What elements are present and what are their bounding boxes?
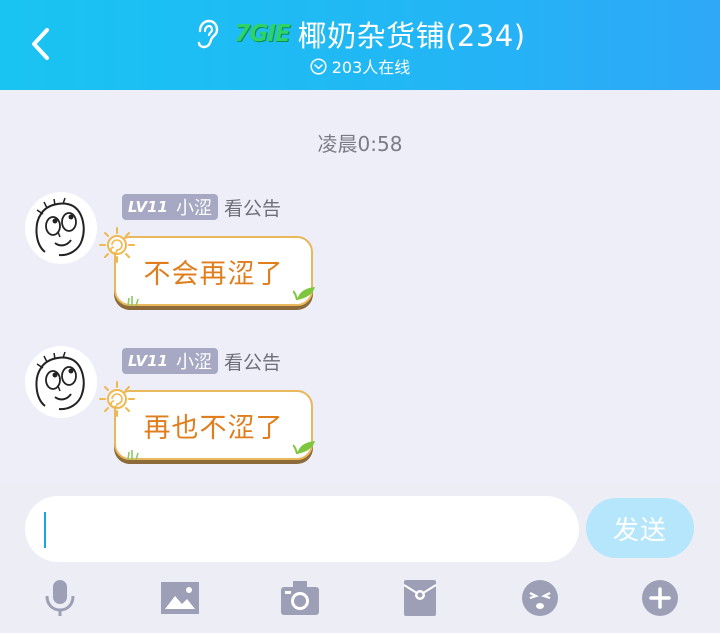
message-text: 再也不涩了 [143, 412, 284, 444]
message-text: 不会再涩了 [143, 258, 284, 290]
sun-decoration-icon [99, 381, 135, 417]
member-title: 看公告 [223, 197, 281, 220]
nickname: 小涩 [175, 198, 212, 219]
microphone-icon [45, 580, 75, 616]
grass-decoration-icon [127, 296, 139, 306]
chat-message: LV11 小涩 看公告 不会再涩了 [0, 190, 720, 320]
member-level-badge: LV11 小涩 [122, 194, 218, 220]
emoji-button[interactable] [520, 578, 560, 618]
red-packet-icon [403, 580, 437, 616]
ear-icon[interactable] [194, 19, 220, 49]
online-count[interactable]: 203人在线 [0, 54, 720, 78]
group-title: 椰奶杂货铺(234) [297, 19, 526, 53]
camera-icon [281, 581, 319, 615]
plus-icon [642, 580, 678, 616]
level-text: LV11 [128, 352, 168, 370]
message-bubble[interactable]: 不会再涩了 [114, 236, 313, 306]
member-title: 看公告 [223, 351, 281, 374]
emoji-icon [522, 580, 558, 616]
online-text: 203人在线 [331, 58, 411, 77]
message-meta: LV11 小涩 看公告 [122, 194, 281, 220]
rage-face-avatar-icon [35, 197, 85, 257]
chat-message: LV11 小涩 看公告 再也不涩了 [0, 344, 720, 474]
message-meta: LV11 小涩 看公告 [122, 348, 281, 374]
sun-decoration-icon [99, 227, 135, 263]
group-level-badge: 7GIE [234, 21, 290, 47]
chevron-down-circle-icon [310, 57, 327, 75]
more-button[interactable] [640, 578, 680, 618]
composer: 发送 [0, 482, 720, 633]
avatar[interactable] [25, 192, 97, 264]
image-icon [161, 582, 199, 614]
voice-button[interactable] [40, 578, 80, 618]
rage-face-avatar-icon [35, 351, 85, 411]
message-bubble[interactable]: 再也不涩了 [114, 390, 313, 460]
level-text: LV11 [128, 198, 168, 216]
header-title-row[interactable]: 7GIE 椰奶杂货铺(234) [0, 12, 720, 56]
sprout-decoration-icon [293, 441, 315, 455]
image-button[interactable] [160, 578, 200, 618]
send-button[interactable]: 发送 [586, 498, 694, 558]
member-level-badge: LV11 小涩 [122, 348, 218, 374]
avatar[interactable] [25, 346, 97, 418]
red-packet-button[interactable] [400, 578, 440, 618]
message-timestamp: 凌晨0:58 [317, 132, 403, 156]
message-input[interactable] [25, 496, 579, 562]
grass-decoration-icon [127, 450, 139, 460]
sprout-decoration-icon [293, 287, 315, 301]
chat-header: 7GIE 椰奶杂货铺(234) 203人在线 [0, 0, 720, 90]
text-caret [44, 512, 46, 548]
camera-button[interactable] [280, 578, 320, 618]
nickname: 小涩 [175, 352, 212, 373]
